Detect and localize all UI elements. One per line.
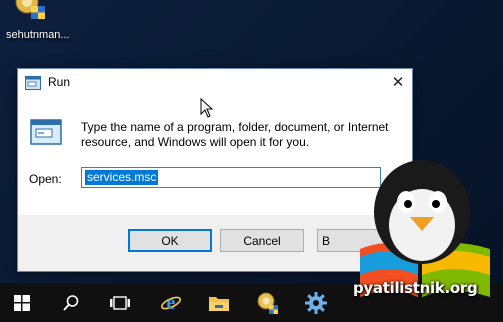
dialog-title: Run xyxy=(48,75,71,89)
watermark-text: pyatilistnik.org xyxy=(353,279,478,297)
open-input[interactable]: services.msc xyxy=(81,167,381,188)
open-input-value: services.msc xyxy=(85,170,159,185)
internet-explorer-button[interactable]: e xyxy=(149,283,193,322)
file-explorer-icon xyxy=(209,296,229,311)
server-manager-button[interactable] xyxy=(246,283,290,322)
open-label: Open: xyxy=(29,172,62,186)
desktop-shortcut[interactable]: sehutnman... xyxy=(6,0,76,46)
desktop-shortcut-label: sehutnman... xyxy=(6,29,70,41)
watermark-logo: pyatilistnik.org xyxy=(340,157,503,302)
close-icon: ✕ xyxy=(391,74,405,91)
dialog-description: Type the name of a program, folder, docu… xyxy=(81,120,389,149)
server-manager-icon xyxy=(257,292,278,314)
services-taskbar-button[interactable] xyxy=(294,283,338,322)
internet-explorer-icon: e xyxy=(160,292,182,314)
file-explorer-button[interactable] xyxy=(197,283,241,322)
title-bar[interactable]: Run ✕ xyxy=(18,69,412,97)
services-gear-icon xyxy=(305,291,327,314)
search-icon xyxy=(63,294,79,311)
start-button[interactable] xyxy=(0,283,44,322)
close-button[interactable]: ✕ xyxy=(384,69,412,95)
installer-shortcut-icon xyxy=(15,0,45,19)
run-app-icon xyxy=(25,76,41,90)
ok-button[interactable]: OK xyxy=(128,229,212,252)
cancel-button[interactable]: Cancel xyxy=(220,229,304,252)
svg-text:e: e xyxy=(167,292,176,314)
mouse-cursor-icon xyxy=(200,98,214,118)
run-large-icon xyxy=(30,119,62,145)
task-view-icon xyxy=(110,295,130,310)
task-view-button[interactable] xyxy=(98,283,142,322)
start-icon xyxy=(14,294,30,311)
search-button[interactable] xyxy=(49,283,93,322)
